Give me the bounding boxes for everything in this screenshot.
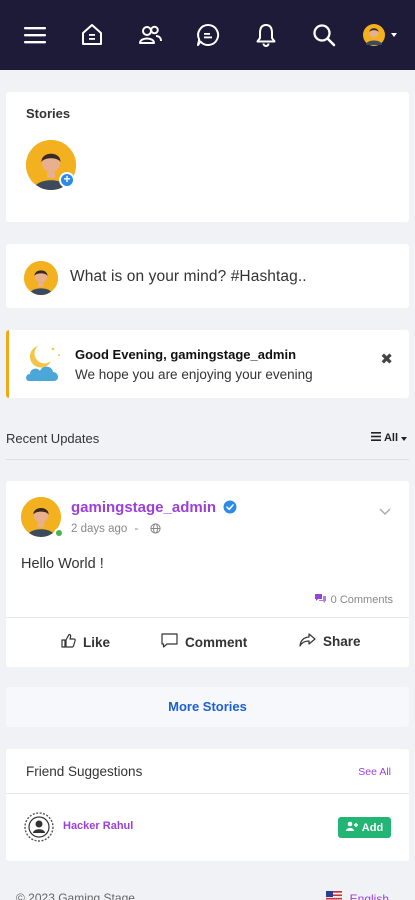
online-status-dot <box>54 528 64 538</box>
divider <box>6 793 409 794</box>
share-label: Share <box>323 634 361 649</box>
plus-icon: + <box>59 172 75 188</box>
post-options-chevron-icon[interactable] <box>379 503 391 521</box>
add-user-icon <box>345 821 358 834</box>
post-card: gamingstage_admin 2 days ago - Hello Wor… <box>6 481 409 667</box>
post-author-avatar[interactable] <box>21 497 64 539</box>
language-selector[interactable]: English <box>325 891 389 900</box>
comments-label: 0 Comments <box>330 594 393 606</box>
share-icon <box>299 633 316 650</box>
home-icon[interactable] <box>78 21 106 49</box>
menu-icon[interactable] <box>21 21 49 49</box>
greeting-subtitle: We hope you are enjoying your evening <box>75 367 313 382</box>
share-button[interactable]: Share <box>299 633 361 650</box>
comment-button[interactable]: Comment <box>161 633 247 651</box>
divider <box>6 617 409 618</box>
post-author-label: gamingstage_admin <box>71 499 217 516</box>
friend-suggestions-title: Friend Suggestions <box>26 764 143 779</box>
avatar <box>24 261 58 295</box>
us-flag-icon <box>325 891 342 900</box>
divider <box>6 459 409 460</box>
friend-suggestions-card: Friend Suggestions See All Hacker Rahul … <box>6 749 409 861</box>
filter-label: All <box>383 432 398 444</box>
comment-icon <box>161 633 178 651</box>
notifications-icon[interactable] <box>252 21 280 49</box>
post-composer[interactable]: What is on your mind? #Hashtag.. <box>6 244 409 308</box>
create-story-button[interactable]: + <box>26 140 78 192</box>
greeting-card: Good Evening, gamingstage_admin We hope … <box>6 330 409 398</box>
top-navigation-bar <box>0 0 415 70</box>
moon-cloud-icon <box>23 343 67 392</box>
footer-copyright: © 2023 Gaming Stage <box>16 891 135 900</box>
suggestion-avatar[interactable] <box>24 812 54 847</box>
meta-separator: - <box>134 523 139 535</box>
post-meta: 2 days ago - <box>71 523 161 537</box>
composer-placeholder[interactable]: What is on your mind? #Hashtag.. <box>70 268 307 286</box>
post-body: Hello World ! <box>21 556 104 572</box>
comment-label: Comment <box>185 634 248 650</box>
close-icon[interactable]: ✖ <box>380 350 393 368</box>
friends-icon[interactable] <box>136 21 164 49</box>
stories-card: Stories + <box>6 92 409 222</box>
language-label: English <box>349 891 389 900</box>
stories-title: Stories <box>26 106 71 121</box>
search-icon[interactable] <box>310 21 338 49</box>
post-author-name[interactable]: gamingstage_admin <box>71 499 237 518</box>
profile-menu-icon[interactable] <box>362 21 402 49</box>
globe-icon <box>149 523 161 537</box>
comments-count[interactable]: 0 Comments <box>314 593 393 607</box>
recent-updates-title: Recent Updates <box>6 431 100 446</box>
greeting-title: Good Evening, gamingstage_admin <box>75 347 297 362</box>
verified-icon <box>223 500 237 518</box>
list-icon <box>370 432 381 444</box>
see-all-link[interactable]: See All <box>358 766 391 778</box>
add-friend-button[interactable]: Add <box>338 817 391 838</box>
post-time[interactable]: 2 days ago <box>71 523 127 535</box>
suggestion-name[interactable]: Hacker Rahul <box>63 820 133 832</box>
thumbs-up-icon <box>61 633 76 651</box>
chevron-down-icon <box>401 432 407 444</box>
like-label: Like <box>83 634 111 650</box>
comment-bubbles-icon <box>314 593 327 607</box>
messages-icon[interactable] <box>194 21 222 49</box>
recent-updates-filter[interactable]: All <box>370 432 407 444</box>
add-label: Add <box>361 821 384 834</box>
like-button[interactable]: Like <box>61 633 110 651</box>
more-stories-button[interactable]: More Stories <box>6 687 409 727</box>
